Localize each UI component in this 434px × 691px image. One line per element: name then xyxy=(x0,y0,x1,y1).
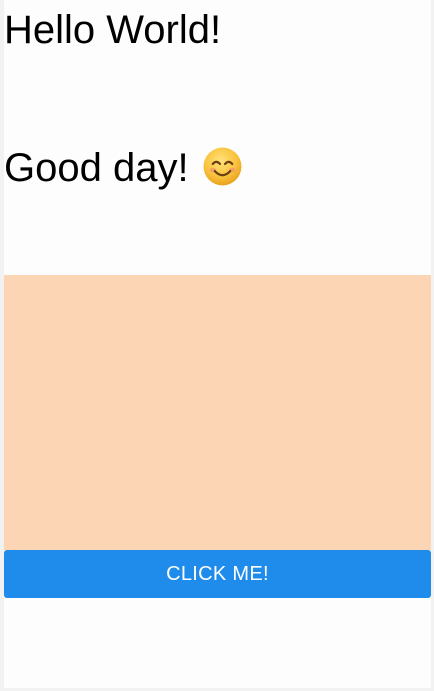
app-frame: Hello World! Good day! CLICK ME! xyxy=(0,0,434,691)
click-me-button[interactable]: CLICK ME! xyxy=(4,550,431,598)
content-box xyxy=(4,275,431,550)
hello-world-heading: Hello World! xyxy=(4,8,222,52)
app-viewport: Hello World! Good day! CLICK ME! xyxy=(4,0,431,688)
good-day-heading: Good day! xyxy=(4,144,243,192)
good-day-text: Good day! xyxy=(4,146,189,190)
smiling-face-icon xyxy=(202,146,243,187)
bottom-area xyxy=(4,598,431,688)
